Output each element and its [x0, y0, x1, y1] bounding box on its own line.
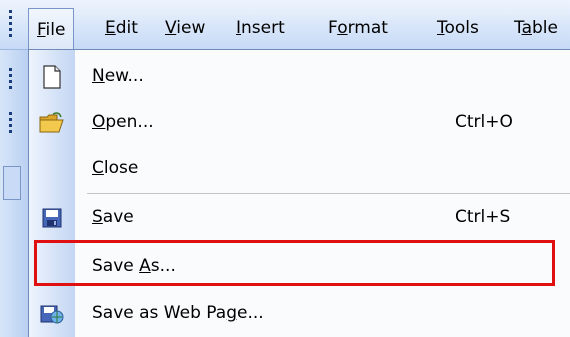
menu-file[interactable]: File [28, 8, 75, 50]
toolbar-strip [0, 50, 28, 337]
menu-item-save-as-web-page[interactable]: Save as Web Page... [29, 290, 570, 336]
menu-tools[interactable]: Tools [437, 16, 479, 40]
menu-item-save-as[interactable]: Save As... [29, 243, 570, 289]
menu-view[interactable]: View [165, 16, 205, 40]
toolbar-grip[interactable] [9, 10, 13, 37]
menu-item-close[interactable]: Close [29, 145, 570, 191]
menu-file-label: ile [45, 20, 66, 40]
shortcut-label: Ctrl+S [455, 207, 511, 227]
new-document-icon [39, 64, 65, 90]
menu-item-open[interactable]: Open... Ctrl+O [29, 99, 570, 145]
open-folder-icon [39, 110, 65, 136]
toolbar-grip[interactable] [9, 112, 13, 133]
save-disk-icon [39, 205, 65, 231]
save-web-page-icon [39, 301, 65, 327]
menu-item-new[interactable]: New... [29, 53, 570, 99]
toolbar-button[interactable] [3, 166, 21, 200]
menu-table[interactable]: Table [514, 16, 558, 40]
shortcut-label: Ctrl+O [455, 112, 513, 132]
file-menu-dropdown: New... Open... Ctrl+O Close Save Ctrl+S … [28, 49, 570, 337]
menu-insert[interactable]: Insert [236, 16, 285, 40]
toolbar-grip[interactable] [9, 68, 13, 89]
menu-item-save[interactable]: Save Ctrl+S [29, 194, 570, 240]
menu-bar: File Edit View Insert Format Tools Table [0, 0, 570, 50]
menu-edit[interactable]: Edit [105, 16, 138, 40]
menu-format[interactable]: Format [328, 16, 388, 40]
